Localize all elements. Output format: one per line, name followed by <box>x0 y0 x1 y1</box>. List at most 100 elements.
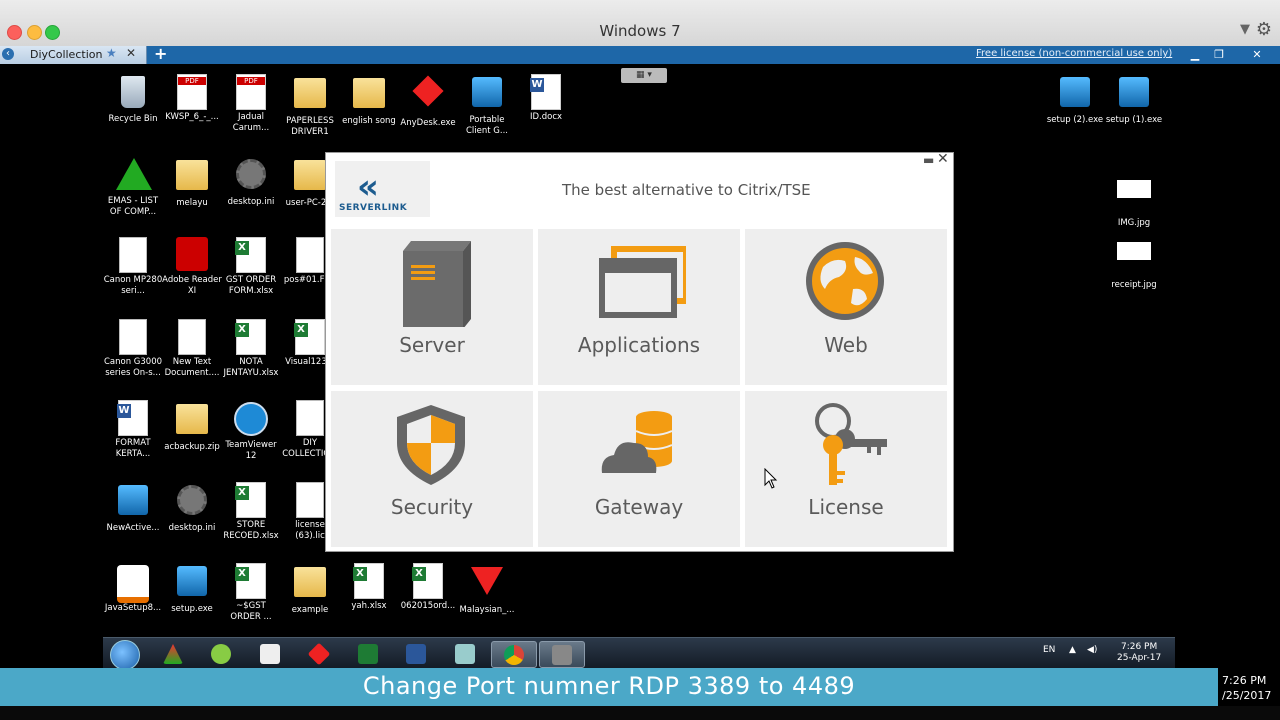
desktop-icon-label: acbackup.zip <box>164 442 220 452</box>
taskbar-tool[interactable] <box>443 641 487 666</box>
desktop-icon-label: desktop.ini <box>168 523 216 533</box>
desktop-icon[interactable]: yah.xlsx <box>339 563 399 612</box>
tile-label-server: Server <box>399 333 465 357</box>
doc-icon <box>293 400 327 436</box>
desktop-icon[interactable]: Recycle Bin <box>103 74 163 125</box>
tile-server[interactable]: Server <box>331 229 533 385</box>
host-window-title: Windows 7 <box>599 22 681 40</box>
desktop-icon-label: english song <box>342 116 396 126</box>
desktop-icon[interactable]: KWSP_6_-_... <box>162 74 222 123</box>
desktop-icon-label: PAPERLESS DRIVER1 <box>286 116 334 137</box>
volume-icon[interactable]: ◀) <box>1087 645 1097 655</box>
desktop-icon-label: TeamViewer 12 <box>225 440 277 461</box>
desktop-icon[interactable]: Malaysian_... <box>457 563 517 616</box>
desktop-icon[interactable]: setup (1).exe <box>1104 74 1164 126</box>
taskbar-serverlink[interactable] <box>539 641 585 668</box>
anydesk-icon <box>411 75 445 116</box>
server-icon <box>403 241 471 327</box>
gear-icon[interactable]: ⚙ <box>1256 19 1272 40</box>
taskbar-excel[interactable] <box>346 641 390 666</box>
xls-icon <box>411 563 445 599</box>
close-tab-icon[interactable]: ✕ <box>126 46 136 60</box>
toolbar-handle-icon[interactable]: ▦ ▾ <box>621 68 667 83</box>
windows-taskbar: EN ▲ ◀) 7:26 PM 25-Apr-17 <box>103 637 1175 670</box>
desktop-icon[interactable]: ~$GST ORDER ... <box>221 563 281 623</box>
desktop-icon[interactable]: Portable Client G... <box>457 74 517 137</box>
brand-name: SERVERLINK <box>339 203 408 213</box>
start-button[interactable] <box>110 640 140 670</box>
taskbar-time: 7:26 PM <box>1120 642 1158 652</box>
taskbar-calendar[interactable] <box>248 641 292 666</box>
desktop-icon[interactable]: EMAS - LIST OF COMP... <box>103 156 163 218</box>
license-notice-link[interactable]: Free license (non-commercial use only) <box>976 48 1172 59</box>
desktop-icon[interactable]: TeamViewer 12 <box>221 400 281 462</box>
img-icon <box>1117 180 1151 216</box>
desktop-icon-label: Adobe Reader XI <box>162 275 222 296</box>
img-icon <box>1117 242 1151 278</box>
host-clock-time: 7:26 PM <box>1222 674 1267 687</box>
desktop-icon[interactable]: AnyDesk.exe <box>398 74 458 129</box>
desktop-icon-label: setup.exe <box>171 604 213 614</box>
desktop-icon[interactable]: NOTA JENTAYU.xlsx <box>221 319 281 379</box>
desktop-icon[interactable]: JavaSetup8... <box>103 563 163 614</box>
taskbar-anydesk[interactable] <box>297 641 341 666</box>
language-indicator[interactable]: EN <box>1043 645 1055 655</box>
mouse-cursor-icon <box>764 468 778 489</box>
desktop-icon[interactable]: PAPERLESS DRIVER1 <box>280 74 340 138</box>
desktop-icon[interactable]: melayu <box>162 156 222 209</box>
teamviewer-icon <box>234 402 268 438</box>
desktop-icon[interactable]: Canon MP280 seri... <box>103 237 163 297</box>
taskbar-emas[interactable] <box>151 641 195 666</box>
desktop-icon[interactable]: NewActive... <box>103 482 163 534</box>
vm-close-button[interactable]: ✕ <box>1248 48 1266 61</box>
vm-tab[interactable]: ‹ DiyCollection ★ ✕ <box>0 46 147 64</box>
desktop-icon[interactable]: acbackup.zip <box>162 400 222 453</box>
desktop-icon[interactable]: New Text Document.... <box>162 319 222 379</box>
java-icon <box>116 565 150 603</box>
taskbar-word[interactable] <box>394 641 438 666</box>
desktop-icon[interactable]: setup (2).exe <box>1045 74 1105 126</box>
desktop-icon[interactable]: STORE RECOED.xlsx <box>221 482 281 542</box>
desktop-icon[interactable]: FORMAT KERTA... <box>103 400 163 460</box>
chevron-down-icon[interactable]: ▼ <box>1240 22 1250 37</box>
tile-applications[interactable]: Applications <box>538 229 740 385</box>
vm-minimize-button[interactable]: ▁ <box>1186 48 1204 61</box>
app-icon <box>175 566 209 602</box>
taskbar-app[interactable] <box>199 641 243 666</box>
tile-security[interactable]: Security <box>331 391 533 547</box>
globe-icon <box>806 242 884 320</box>
star-icon[interactable]: ★ <box>106 46 117 60</box>
taskbar-clock[interactable]: 7:26 PM 25-Apr-17 <box>1117 642 1161 664</box>
desktop-icon[interactable]: setup.exe <box>162 563 222 615</box>
desktop-icon-label: AnyDesk.exe <box>400 118 456 128</box>
desktop-icon[interactable]: Adobe Reader XI <box>162 237 222 297</box>
vm-tab-label: DiyCollection <box>30 48 103 61</box>
tile-web[interactable]: Web <box>745 229 947 385</box>
tray-arrow-icon[interactable]: ▲ <box>1069 645 1076 655</box>
serverlink-window: « SERVERLINK The best alternative to Cit… <box>325 151 954 552</box>
desktop-icon[interactable]: desktop.ini <box>162 482 222 534</box>
app-minimize-button[interactable]: ▬ <box>923 153 934 167</box>
desktop-icon[interactable]: IMG.jpg <box>1104 172 1164 229</box>
vm-restore-button[interactable]: ❐ <box>1210 48 1228 61</box>
desktop-icon[interactable]: GST ORDER FORM.xlsx <box>221 237 281 297</box>
desktop-icon[interactable]: english song <box>339 74 399 127</box>
desktop-icon-label: STORE RECOED.xlsx <box>223 520 279 541</box>
doc-icon <box>116 319 150 355</box>
app-close-button[interactable]: ✕ <box>937 151 949 167</box>
desktop-icon-label: Canon MP280 seri... <box>103 275 163 296</box>
desktop-icon[interactable]: receipt.jpg <box>1104 234 1164 291</box>
tile-gateway[interactable]: Gateway <box>538 391 740 547</box>
desktop-icon[interactable]: Jadual Carum... <box>221 74 281 134</box>
taskbar-chrome[interactable] <box>491 641 537 668</box>
desktop-icon[interactable]: desktop.ini <box>221 156 281 208</box>
xls-icon <box>234 319 268 355</box>
add-tab-button[interactable]: + <box>154 44 167 63</box>
back-icon[interactable]: ‹ <box>2 48 14 60</box>
desktop-icon[interactable]: ID.docx <box>516 74 576 123</box>
desktop-icon[interactable]: example <box>280 563 340 616</box>
pdf-icon <box>175 74 209 110</box>
desktop-icon[interactable]: Canon G3000 series On-s... <box>103 319 163 379</box>
desktop-icon[interactable]: 062015ord... <box>398 563 458 612</box>
desktop-icon-label: ID.docx <box>529 112 563 122</box>
